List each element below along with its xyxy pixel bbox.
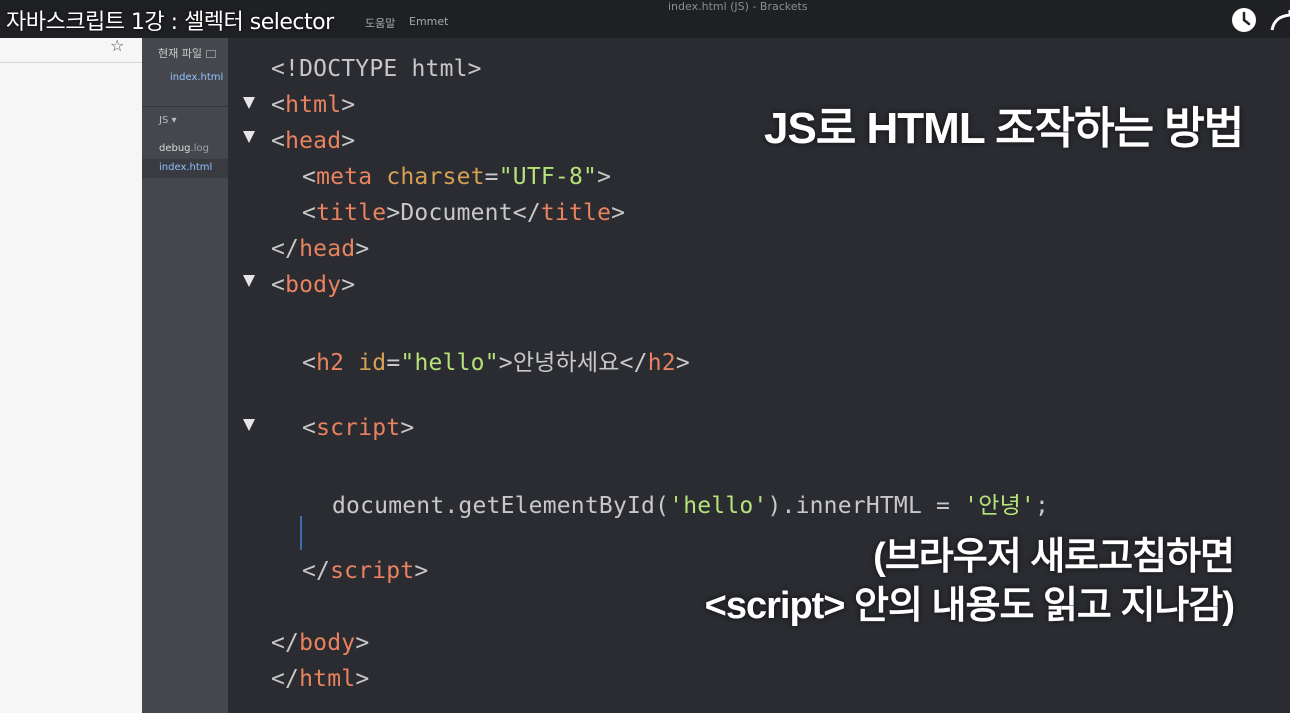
code-tag: head [285,128,342,154]
code-line-meta: <meta charset="UTF-8"> [302,164,612,190]
window-title: index.html (JS) - Brackets [668,0,808,13]
code-attribute: charset [386,164,485,190]
file-sidebar: 현재 파일 index.html JS ▾ debug.log index.ht… [142,38,228,713]
code-js-call: document.getElementById( [332,493,670,519]
overlay-caption-note: (브라우저 새로고침하면 <script> 안의 내용도 읽고 지나감) [704,533,1235,631]
fold-arrow-icon[interactable] [242,96,256,110]
code-js-property: ).innerHTML = [767,493,965,519]
text-cursor [300,516,302,550]
code-tag: body [299,630,356,656]
overlay-note-line-1: (브라우저 새로고침하면 [873,536,1235,578]
fold-arrow-icon[interactable] [242,130,256,144]
fold-arrow-icon[interactable] [242,274,256,288]
code-line-doctype: <!DOCTYPE html> [271,56,482,82]
menu-emmet[interactable]: Emmet [409,15,448,28]
file-item-debug-log[interactable]: debug.log [159,143,209,154]
code-string: "UTF-8" [498,164,598,190]
code-tag: title [316,200,387,226]
video-title: 자바스크립트 1강 : 셀렉터 selector [6,10,334,35]
code-tag: head [299,236,356,262]
code-tag: body [285,272,342,298]
split-view-icon[interactable] [205,50,216,58]
code-line-title: <title>Document</title> [302,200,626,226]
overlay-caption-title: JS로 HTML 조작하는 방법 [764,104,1244,153]
code-tag: h2 [316,350,345,376]
working-files-title: 현재 파일 [158,47,202,60]
code-tag: script [330,558,415,584]
file-item-index-html[interactable]: index.html [159,162,212,173]
code-line-head-close: </head> [271,236,370,262]
star-icon[interactable]: ☆ [110,36,124,55]
code-line-html-open: <html> [271,92,356,118]
working-files-header: 현재 파일 [158,45,216,61]
code-line-js: document.getElementById('hello').innerHT… [332,486,1049,520]
code-line-script-open: <script> [302,415,415,441]
code-editor[interactable]: <!DOCTYPE html> <html> <head> <meta char… [228,38,1290,713]
left-panel-divider [0,62,142,63]
file-name: index.html [159,162,213,173]
code-line-script-close: </script> [302,558,429,584]
share-icon[interactable] [1270,8,1290,32]
working-file-item[interactable]: index.html [170,72,223,83]
code-line-h2: <h2 id="hello">안녕하세요</h2> [302,350,690,376]
clock-icon[interactable] [1231,7,1257,33]
fold-arrow-icon[interactable] [242,418,256,432]
code-attribute: id [358,350,387,376]
code-line-head-open: <head> [271,128,356,154]
code-tag: h2 [647,350,676,376]
code-doctype: <!DOCTYPE html> [271,56,482,82]
code-line-html-close: </html> [271,666,370,692]
code-string: "hello" [400,350,499,376]
code-string: '안녕' [964,493,1035,519]
code-semicolon: ; [1034,493,1050,519]
menu-help[interactable]: 도움말 [365,15,395,31]
code-tag: script [316,415,401,441]
project-dropdown[interactable]: JS ▾ [159,115,177,126]
code-tag: meta [316,164,373,190]
sidebar-divider [142,106,228,107]
code-line-body-close: </body> [271,630,370,656]
overlay-note-line-2: <script> 안의 내용도 읽고 지나감) [704,585,1235,627]
file-name: debug [159,143,191,154]
code-tag: html [299,666,356,692]
top-bar: 도움말 Emmet index.html (JS) - Brackets 자바스… [0,0,1290,38]
code-line-body-open: <body> [271,272,356,298]
code-string: 'hello' [669,493,768,519]
code-tag: html [285,92,342,118]
file-ext: .log [190,143,209,154]
code-tag: title [540,200,612,226]
code-text: Document [400,200,513,226]
project-name: JS [159,115,169,126]
left-panel: ☆ [0,0,142,713]
code-text: 안녕하세요 [512,350,620,376]
